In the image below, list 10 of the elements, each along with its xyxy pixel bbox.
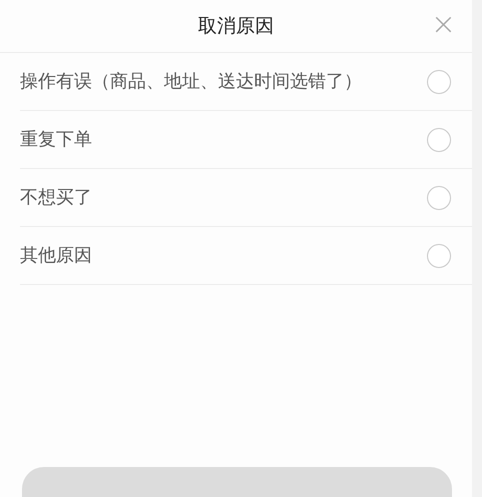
action-button[interactable] (22, 467, 452, 497)
reason-option[interactable]: 操作有误（商品、地址、送达时间选错了） (20, 53, 472, 111)
radio-button[interactable] (427, 186, 451, 210)
radio-button[interactable] (427, 128, 451, 152)
reason-option[interactable]: 其他原因 (20, 227, 472, 285)
reason-option[interactable]: 重复下单 (20, 111, 472, 169)
radio-button[interactable] (427, 70, 451, 94)
radio-button[interactable] (427, 244, 451, 268)
reason-option[interactable]: 不想买了 (20, 169, 472, 227)
sheet-title: 取消原因 (198, 14, 274, 39)
